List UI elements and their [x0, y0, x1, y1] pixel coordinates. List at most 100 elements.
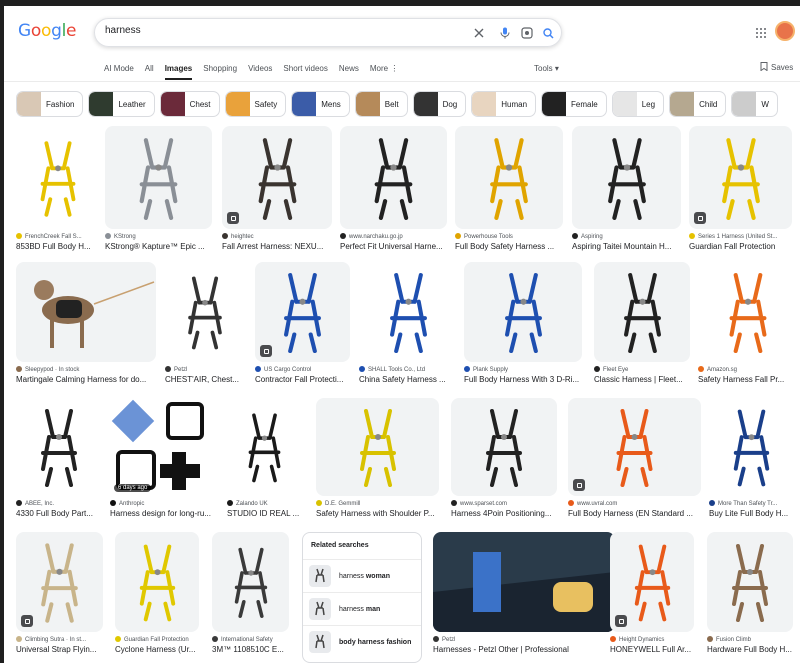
- result-title[interactable]: Martingale Calming Harness for do...: [16, 375, 176, 384]
- result-title[interactable]: 853BD Full Body H...: [16, 242, 119, 251]
- result-source[interactable]: Petzl: [433, 636, 635, 643]
- result-title[interactable]: KStrong® Kapture™ Epic ...: [105, 242, 232, 251]
- tab-news[interactable]: News: [339, 64, 359, 80]
- result-thumbnail[interactable]: [689, 126, 792, 229]
- result-title[interactable]: Fall Arrest Harness: NEXU...: [222, 242, 352, 251]
- result-source[interactable]: Climbing Sutra · In st...: [16, 636, 123, 643]
- result-source[interactable]: Height Dynamics: [610, 636, 714, 643]
- chip-female[interactable]: Female: [541, 91, 607, 117]
- result-source[interactable]: Zalando UK: [227, 500, 322, 507]
- result-thumbnail[interactable]: [16, 532, 103, 632]
- chip-fashion[interactable]: Fashion: [16, 91, 84, 117]
- result-source[interactable]: More Than Safety Tr...: [709, 500, 800, 507]
- result-source[interactable]: Anthropic: [110, 500, 233, 507]
- result-thumbnail[interactable]: [115, 532, 199, 632]
- result-source[interactable]: Sleepypod · In stock: [16, 366, 176, 373]
- result-title[interactable]: Perfect Fit Universal Harne...: [340, 242, 467, 251]
- result-thumbnail[interactable]: [698, 262, 798, 362]
- result-title[interactable]: Classic Harness | Fleet...: [594, 375, 710, 384]
- tab-more[interactable]: More ⋮: [370, 64, 398, 80]
- result-source[interactable]: Petzl: [165, 366, 265, 373]
- tab-all[interactable]: All: [145, 64, 154, 80]
- related-search-item[interactable]: harness man: [303, 592, 421, 625]
- result-thumbnail[interactable]: [222, 126, 332, 229]
- result-thumbnail[interactable]: [16, 126, 99, 229]
- camera-lens-icon[interactable]: [519, 25, 535, 41]
- chip-leather[interactable]: Leather: [88, 91, 155, 117]
- result-title[interactable]: Harness design for long-ru...: [110, 509, 233, 518]
- result-thumbnail[interactable]: [451, 398, 557, 496]
- tab-shopping[interactable]: Shopping: [203, 64, 237, 80]
- result-source[interactable]: Series 1 Harness (United St...: [689, 233, 800, 240]
- chip-leg[interactable]: Leg: [611, 91, 665, 117]
- result-source[interactable]: heightec: [222, 233, 352, 240]
- result-source[interactable]: Aspiring: [572, 233, 701, 240]
- result-title[interactable]: Guardian Fall Protection: [689, 242, 800, 251]
- result-thumbnail[interactable]: [709, 398, 794, 496]
- result-source[interactable]: FrenchCreek Fall S...: [16, 233, 119, 240]
- chip-mens[interactable]: Mens: [291, 91, 350, 117]
- result-title[interactable]: Universal Strap Flyin...: [16, 645, 123, 654]
- result-source[interactable]: Fleet Eye: [594, 366, 710, 373]
- result-source[interactable]: www.narchaku.go.jp: [340, 233, 467, 240]
- related-search-item[interactable]: body harness fashion: [303, 625, 421, 658]
- result-title[interactable]: Full Body Safety Harness ...: [455, 242, 583, 251]
- chip-chest[interactable]: Chest: [159, 91, 220, 117]
- result-thumbnail[interactable]: [16, 398, 102, 496]
- account-avatar[interactable]: [775, 21, 795, 41]
- result-source[interactable]: Powerhouse Tools: [455, 233, 583, 240]
- result-title[interactable]: Harness 4Poin Positioning...: [451, 509, 577, 518]
- result-title[interactable]: Buy Lite Full Body H...: [709, 509, 800, 518]
- result-title[interactable]: Full Body Harness With 3 D-Ri...: [464, 375, 602, 384]
- result-source[interactable]: ABEE, Inc.: [16, 500, 122, 507]
- tab-videos[interactable]: Videos: [248, 64, 272, 80]
- result-title[interactable]: Safety Harness Fall Pr...: [698, 375, 800, 384]
- result-thumbnail[interactable]: [464, 262, 582, 362]
- result-title[interactable]: Harnesses - Petzl Other | Professional: [433, 645, 635, 654]
- result-source[interactable]: D.E. Gemmill: [316, 500, 459, 507]
- search-input[interactable]: [105, 25, 465, 36]
- result-thumbnail[interactable]: [572, 126, 681, 229]
- result-thumbnail[interactable]: [455, 126, 563, 229]
- search-icon[interactable]: [540, 25, 556, 41]
- chip-w[interactable]: W: [731, 91, 778, 117]
- chip-belt[interactable]: Belt: [354, 91, 408, 117]
- result-source[interactable]: Plank Supply: [464, 366, 602, 373]
- chip-child[interactable]: Child: [669, 91, 727, 117]
- result-thumbnail[interactable]: [212, 532, 289, 632]
- result-title[interactable]: STUDIO ID REAL ...: [227, 509, 322, 518]
- microphone-icon[interactable]: [497, 25, 513, 41]
- result-thumbnail[interactable]: [433, 532, 615, 632]
- result-source[interactable]: International Safety: [212, 636, 309, 643]
- result-title[interactable]: 4330 Full Body Part...: [16, 509, 122, 518]
- apps-grid-icon[interactable]: [756, 28, 766, 38]
- result-thumbnail[interactable]: [105, 126, 212, 229]
- result-thumbnail[interactable]: [255, 262, 350, 362]
- result-title[interactable]: HONEYWELL Full Ar...: [610, 645, 714, 654]
- result-source[interactable]: Amazon.sg: [698, 366, 800, 373]
- related-search-item[interactable]: harness woman: [303, 559, 421, 592]
- tab-images[interactable]: Images: [164, 64, 193, 80]
- result-thumbnail[interactable]: [594, 262, 690, 362]
- result-thumbnail[interactable]: [165, 262, 245, 362]
- result-source[interactable]: www.sparset.com: [451, 500, 577, 507]
- result-title[interactable]: Hardware Full Body H...: [707, 645, 800, 654]
- result-source[interactable]: Fusion Climb: [707, 636, 800, 643]
- result-thumbnail[interactable]: [227, 398, 302, 496]
- chip-dog[interactable]: Dog: [412, 91, 467, 117]
- tools-menu[interactable]: Tools ▾: [534, 64, 559, 73]
- result-source[interactable]: www.uvral.com: [568, 500, 721, 507]
- result-source[interactable]: SHALL Tools Co., Ltd: [359, 366, 477, 373]
- chip-human[interactable]: Human: [471, 91, 537, 117]
- tab-ai-mode[interactable]: AI Mode: [104, 64, 134, 80]
- result-thumbnail[interactable]: 6 days ago: [110, 398, 213, 496]
- result-title[interactable]: CHEST'AIR, Chest...: [165, 375, 265, 384]
- clear-icon[interactable]: [471, 25, 487, 41]
- result-source[interactable]: Guardian Fall Protection: [115, 636, 219, 643]
- result-thumbnail[interactable]: [610, 532, 694, 632]
- result-thumbnail[interactable]: [316, 398, 439, 496]
- result-source[interactable]: US Cargo Control: [255, 366, 370, 373]
- result-title[interactable]: Full Body Harness (EN Standard ...: [568, 509, 721, 518]
- result-thumbnail[interactable]: [707, 532, 793, 632]
- result-thumbnail[interactable]: [568, 398, 701, 496]
